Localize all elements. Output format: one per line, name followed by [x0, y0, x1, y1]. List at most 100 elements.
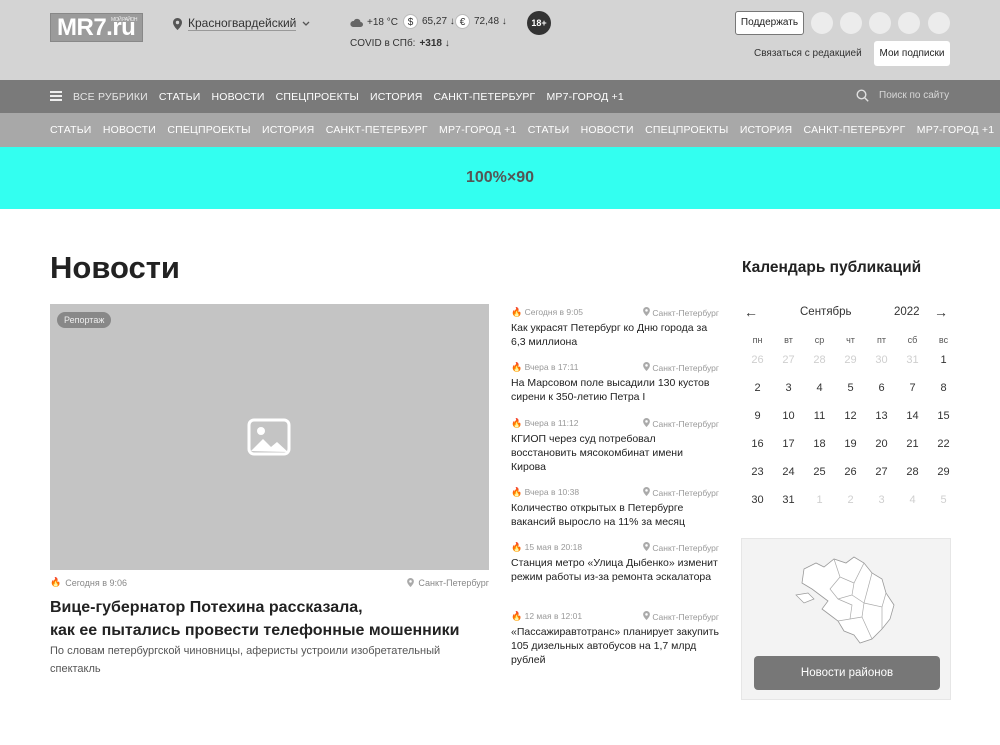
logo-subtitle: МОЙ РАЙОН — [111, 17, 137, 23]
calendar-day[interactable]: 19 — [835, 434, 866, 462]
nav2-item[interactable]: МР7-ГОРОД +1 — [917, 124, 994, 136]
nav-item-spb[interactable]: САНКТ-ПЕТЕРБУРГ — [433, 91, 535, 103]
nav2-item[interactable]: САНКТ-ПЕТЕРБУРГ — [326, 124, 428, 136]
calendar-prev-arrow-icon[interactable]: ← — [744, 304, 758, 320]
nav2-item[interactable]: НОВОСТИ — [581, 124, 634, 136]
social-icon[interactable] — [811, 12, 833, 34]
site-logo[interactable]: MR7.ru МОЙ РАЙОН — [50, 13, 143, 42]
nav-item-city[interactable]: МР7-ГОРОД +1 — [546, 91, 623, 103]
calendar-day[interactable]: 24 — [773, 462, 804, 490]
nav2-item[interactable]: СТАТЬИ — [50, 124, 92, 136]
nav-item-history[interactable]: ИСТОРИЯ — [370, 91, 422, 103]
calendar-day[interactable]: 22 — [928, 434, 959, 462]
calendar-weekday: вс — [938, 335, 949, 345]
calendar-day[interactable]: 11 — [804, 406, 835, 434]
calendar-day[interactable]: 27 — [866, 462, 897, 490]
news-item[interactable]: 🔥 12 мая в 12:01 Санкт-Петербург «Пассаж… — [511, 611, 719, 667]
calendar-month[interactable]: Сентябрь — [800, 306, 852, 318]
district-news-button[interactable]: Новости районов — [754, 656, 940, 690]
nav-item-articles[interactable]: СТАТЬИ — [159, 91, 201, 103]
main-story-image[interactable]: Репортаж — [50, 304, 489, 570]
calendar-day[interactable]: 15 — [928, 406, 959, 434]
calendar-weekday: пн — [752, 335, 763, 345]
search-placeholder[interactable]: Поиск по сайту — [879, 90, 949, 101]
nav-item-news[interactable]: НОВОСТИ — [211, 91, 264, 103]
calendar-day[interactable]: 12 — [835, 406, 866, 434]
news-item[interactable]: 🔥 Вчера в 11:12 Санкт-Петербург КГИОП че… — [511, 418, 719, 474]
news-title[interactable]: «Пассажиравтотранс» планирует закупить 1… — [511, 625, 719, 667]
headline-line[interactable]: Вице-губернатор Потехина рассказала, — [50, 599, 363, 616]
calendar-weekday: вт — [784, 335, 793, 345]
nav2-item[interactable]: МР7-ГОРОД +1 — [439, 124, 516, 136]
nav-all-rubrics[interactable]: ВСЕ РУБРИКИ — [73, 91, 148, 103]
social-icon[interactable] — [840, 12, 862, 34]
calendar-day[interactable]: 1 — [928, 350, 959, 378]
calendar-day[interactable]: 25 — [804, 462, 835, 490]
news-title[interactable]: Станция метро «Улица Дыбенко» изменит ре… — [511, 556, 719, 584]
nav2-item[interactable]: ИСТОРИЯ — [740, 124, 792, 136]
calendar-day[interactable]: 2 — [742, 378, 773, 406]
calendar-day[interactable]: 8 — [928, 378, 959, 406]
calendar-day[interactable]: 28 — [897, 462, 928, 490]
ad-banner[interactable]: 100%×90 — [0, 147, 1000, 209]
districts-card: Новости районов — [741, 538, 951, 700]
calendar-day[interactable]: 21 — [897, 434, 928, 462]
location-pin-icon — [643, 307, 650, 316]
nav2-item[interactable]: САНКТ-ПЕТЕРБУРГ — [804, 124, 906, 136]
social-icon[interactable] — [928, 12, 950, 34]
social-icon[interactable] — [869, 12, 891, 34]
main-story-headline[interactable]: Вице-губернатор Потехина рассказала, как… — [50, 596, 495, 642]
calendar-day[interactable]: 7 — [897, 378, 928, 406]
headline-line[interactable]: как ее пытались провести телефонные моше… — [50, 622, 460, 639]
news-item[interactable]: 🔥 Вчера в 17:11 Санкт-Петербург На Марсо… — [511, 362, 719, 404]
nav2-item[interactable]: СТАТЬИ — [528, 124, 570, 136]
news-title[interactable]: КГИОП через суд потребовал восстановить … — [511, 432, 719, 474]
calendar-day[interactable]: 29 — [928, 462, 959, 490]
news-item[interactable]: 🔥 Вчера в 10:38 Санкт-Петербург Количест… — [511, 487, 719, 529]
calendar-day[interactable]: 18 — [804, 434, 835, 462]
contact-editorial-link[interactable]: Связаться с редакцией — [754, 48, 862, 59]
main-story-lead: По словам петербургской чиновницы, афери… — [50, 645, 441, 675]
nav2-item[interactable]: СПЕЦПРОЕКТЫ — [645, 124, 728, 136]
weather-temp: +18 °C — [367, 17, 398, 28]
calendar-day[interactable]: 30 — [742, 490, 773, 518]
calendar-day[interactable]: 17 — [773, 434, 804, 462]
location-selector[interactable]: Красногвардейский — [173, 16, 310, 31]
calendar-day[interactable]: 3 — [773, 378, 804, 406]
usd-value: 65,27 ↓ — [422, 16, 455, 27]
nav2-item[interactable]: ИСТОРИЯ — [262, 124, 314, 136]
calendar-year[interactable]: 2022 — [894, 306, 920, 318]
news-title[interactable]: На Марсовом поле высадили 130 кустов сир… — [511, 376, 719, 404]
my-subscriptions-button[interactable]: Мои подписки — [874, 41, 950, 66]
news-item[interactable]: 🔥 15 мая в 20:18 Санкт-Петербург Станция… — [511, 542, 719, 584]
calendar-day[interactable]: 13 — [866, 406, 897, 434]
social-icon[interactable] — [898, 12, 920, 34]
news-title[interactable]: Как украсят Петербург ко Дню города за 6… — [511, 321, 719, 349]
site-search[interactable]: Поиск по сайту — [856, 89, 949, 102]
calendar-day[interactable]: 14 — [897, 406, 928, 434]
secondary-nav: СТАТЬИ НОВОСТИ СПЕЦПРОЕКТЫ ИСТОРИЯ САНКТ… — [0, 113, 1000, 147]
calendar-day[interactable]: 6 — [866, 378, 897, 406]
search-icon[interactable] — [856, 89, 869, 102]
nav2-item[interactable]: НОВОСТИ — [103, 124, 156, 136]
calendar-next-arrow-icon[interactable]: → — [934, 304, 948, 320]
calendar-day[interactable]: 10 — [773, 406, 804, 434]
menu-icon[interactable] — [50, 91, 62, 101]
news-location: Санкт-Петербург — [652, 308, 719, 318]
calendar-day[interactable]: 5 — [835, 378, 866, 406]
calendar-day[interactable]: 16 — [742, 434, 773, 462]
calendar-day[interactable]: 20 — [866, 434, 897, 462]
calendar-day[interactable]: 4 — [804, 378, 835, 406]
support-button[interactable]: Поддержать — [735, 11, 804, 35]
nav-item-special[interactable]: СПЕЦПРОЕКТЫ — [276, 91, 359, 103]
calendar-day[interactable]: 26 — [835, 462, 866, 490]
nav2-item[interactable]: СПЕЦПРОЕКТЫ — [167, 124, 250, 136]
calendar-day[interactable]: 23 — [742, 462, 773, 490]
calendar-day[interactable]: 31 — [773, 490, 804, 518]
news-item[interactable]: 🔥 Сегодня в 9:05 Санкт-Петербург Как укр… — [511, 307, 719, 349]
calendar-day[interactable]: 9 — [742, 406, 773, 434]
location-pin-icon — [643, 611, 650, 620]
story-tag[interactable]: Репортаж — [57, 312, 112, 328]
cloud-icon — [350, 18, 363, 27]
news-title[interactable]: Количество открытых в Петербурге ваканси… — [511, 501, 719, 529]
